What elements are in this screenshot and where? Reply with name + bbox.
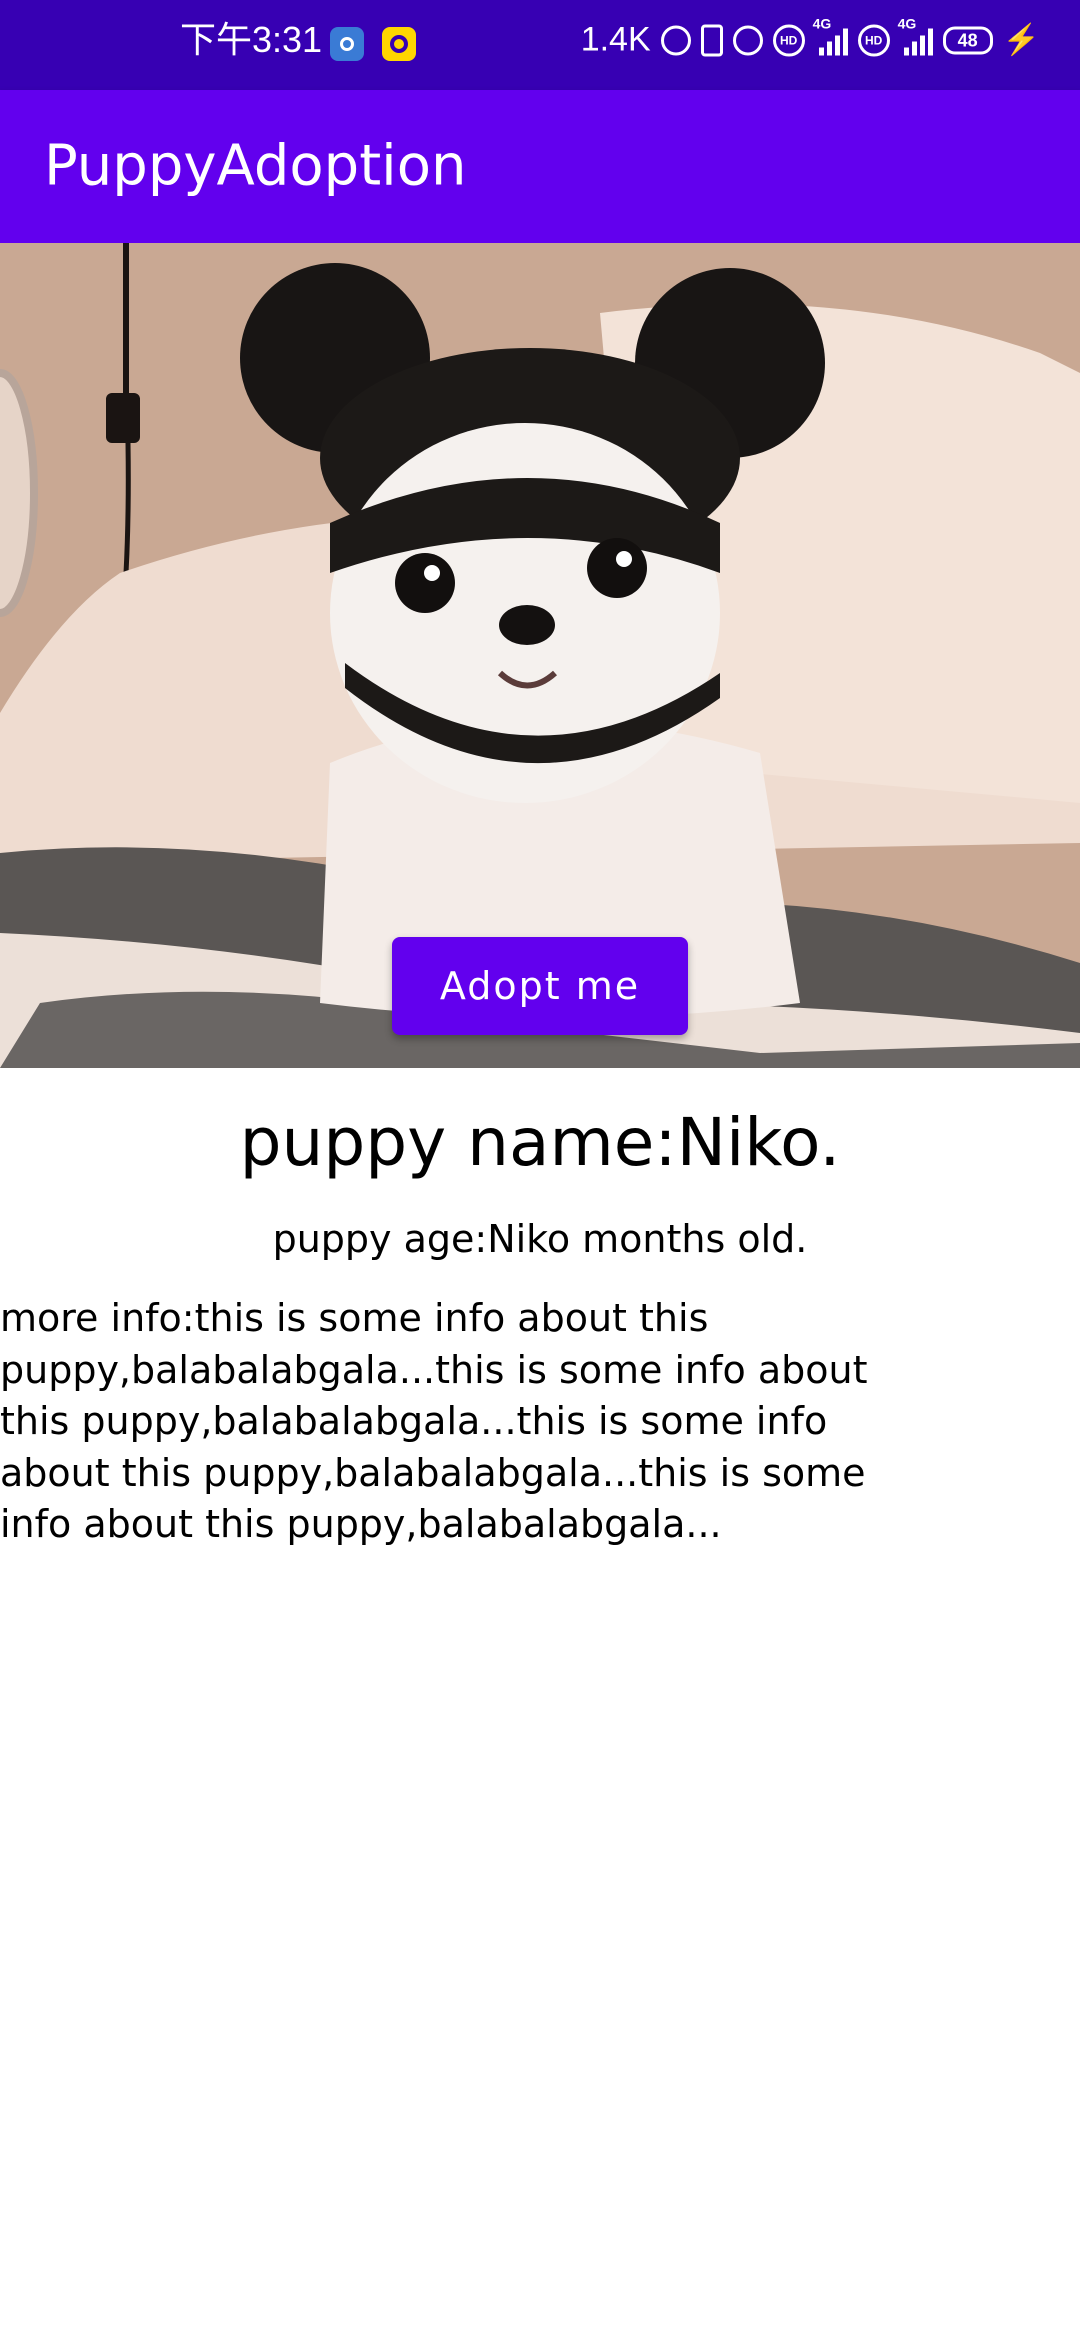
status-time: 下午3:31 xyxy=(180,19,323,60)
app-bar: PuppyAdoption xyxy=(0,90,1080,243)
alarm-icon xyxy=(732,25,763,55)
network-speed: 1.4K xyxy=(580,20,651,59)
app-notification-icon xyxy=(382,27,416,61)
signal-icon-2: 4G xyxy=(898,15,933,55)
vibrate-icon xyxy=(700,24,723,56)
network-type-label: 4G xyxy=(812,15,832,31)
charging-icon: ⚡ xyxy=(1002,23,1040,56)
hd-icon-2: HD xyxy=(857,24,890,56)
battery-icon: 48 xyxy=(942,26,993,54)
puppy-name: puppy name:Niko. xyxy=(239,1104,841,1181)
hd-icon: HD xyxy=(772,24,805,56)
app-title: PuppyAdoption xyxy=(44,133,467,199)
puppy-more-info: more info:this is some info about this p… xyxy=(0,1296,868,1546)
adopt-me-button[interactable]: Adopt me xyxy=(392,937,688,1035)
status-bar: 下午3:31 1.4K HD 4G HD 4G 48 ⚡ xyxy=(0,0,1080,90)
status-indicators: 1.4K HD 4G HD 4G 48 ⚡ xyxy=(580,15,1040,60)
signal-icon-1: 4G xyxy=(813,15,848,55)
network-type-label-2: 4G xyxy=(897,15,917,31)
settings-notification-icon xyxy=(330,27,364,61)
sync-icon xyxy=(660,25,691,55)
puppy-age: puppy age:Niko months old. xyxy=(272,1217,808,1261)
